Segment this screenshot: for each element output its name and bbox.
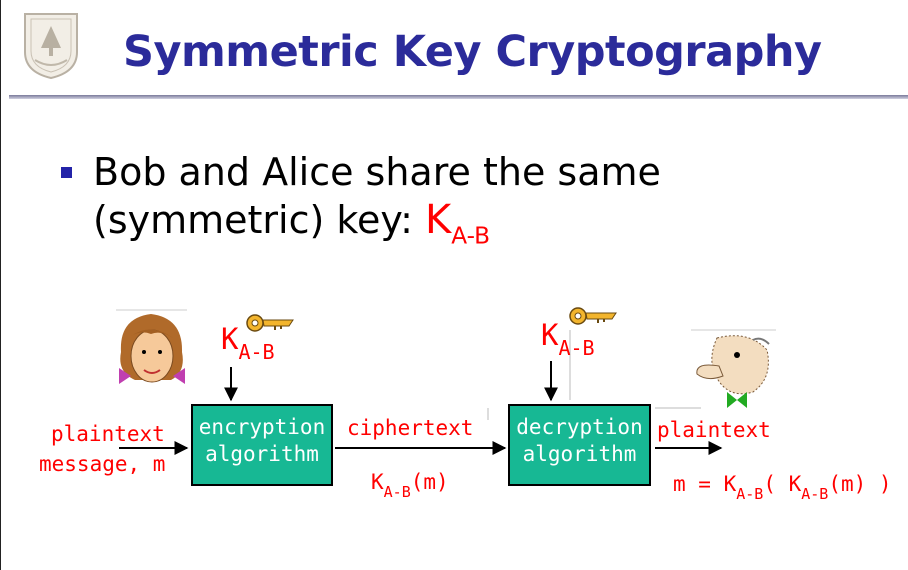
- ciphertext-expression: KA-B(m): [371, 470, 449, 501]
- slide: Symmetric Key Cryptography Bob and Alice…: [0, 0, 908, 570]
- decryption-result-expression: m = KA-B( KA-B(m) ): [673, 472, 892, 503]
- decryption-algorithm-box: decryption algorithm: [508, 404, 651, 486]
- message-input-label: message, m: [39, 452, 166, 476]
- encryption-key-label: KA-B: [221, 322, 275, 364]
- plaintext-input-label: plaintext: [51, 422, 165, 446]
- alice-face-icon: [116, 309, 187, 384]
- plaintext-output-label: plaintext: [657, 418, 771, 442]
- bob-face-icon: [691, 329, 776, 408]
- decryption-key-label: KA-B: [541, 318, 595, 360]
- ciphertext-label: ciphertext: [347, 416, 474, 440]
- encryption-algorithm-box: encryption algorithm: [191, 404, 333, 486]
